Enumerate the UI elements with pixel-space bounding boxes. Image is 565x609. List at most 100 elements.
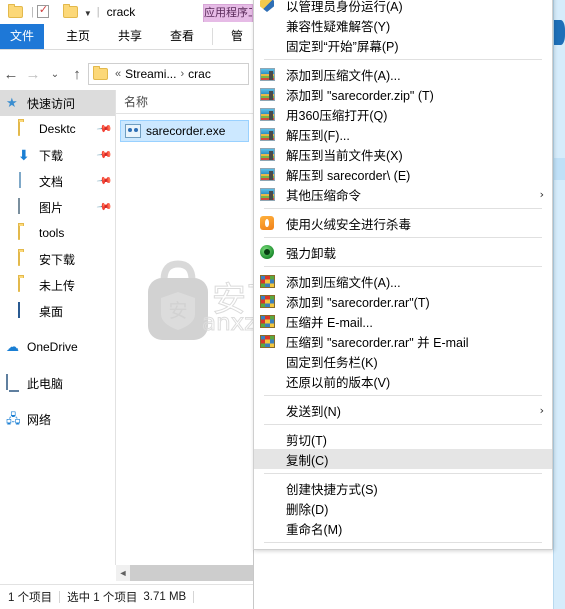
status-divider <box>59 591 61 603</box>
breadcrumb-segment-1[interactable]: crac <box>188 67 211 81</box>
file-list-pane: 名称 sarecorder.exe <box>116 90 253 565</box>
menu-item[interactable]: 其他压缩命令 › <box>254 184 552 204</box>
menu-item-label: 解压到 sarecorder\ (E) <box>286 168 411 183</box>
cloud-icon: ☁ <box>6 339 19 354</box>
up-button[interactable]: ↑ <box>66 66 88 83</box>
menu-item-label: 复制(C) <box>286 453 329 468</box>
menu-item-label: 创建快捷方式(S) <box>286 482 378 497</box>
menu-item-label: 添加到 "sarecorder.rar"(T) <box>286 295 430 310</box>
scrollbar-thumb[interactable] <box>130 565 253 581</box>
menu-item[interactable]: 重命名(M) <box>254 518 552 538</box>
menu-item[interactable]: 剪切(T) <box>254 429 552 449</box>
pin-icon: 📌 <box>95 198 113 216</box>
tab-manage[interactable]: 管 <box>222 24 252 49</box>
zip360-icon <box>258 84 280 104</box>
sidebar-item-pictures[interactable]: 图片 📌 <box>0 194 115 220</box>
sidebar-item-downloads[interactable]: ⬇ 下载 📌 <box>0 142 115 168</box>
menu-separator <box>264 395 542 396</box>
menu-item-label: 剪切(T) <box>286 433 327 448</box>
menu-separator <box>264 208 542 209</box>
winrar-icon <box>258 331 280 351</box>
menu-item[interactable]: 固定到“开始”屏幕(P) <box>254 35 552 55</box>
chevron-right-icon: › <box>539 403 544 417</box>
menu-item[interactable]: 解压到 sarecorder\ (E) <box>254 164 552 184</box>
properties-icon[interactable] <box>36 3 53 20</box>
tab-file[interactable]: 文件 <box>0 24 44 49</box>
file-explorer-window: | ▼ | crack 文件 主页 共享 查看 管 ← → ⌄ ↑ « Stre… <box>0 0 254 609</box>
menu-item-label: 固定到“开始”屏幕(P) <box>286 39 399 54</box>
menu-item[interactable]: 添加到 "sarecorder.zip" (T) <box>254 84 552 104</box>
menu-item[interactable]: 创建快捷方式(S) <box>254 478 552 498</box>
menu-item[interactable]: 添加到压缩文件(A)... <box>254 271 552 291</box>
winrar-icon <box>258 291 280 311</box>
address-input[interactable]: « Streami... › crac <box>88 63 249 85</box>
menu-item[interactable]: 删除(D) <box>254 498 552 518</box>
toolbar-divider: | <box>96 6 100 18</box>
menu-item[interactable]: 以管理员身份运行(A) <box>254 0 552 15</box>
menu-item[interactable]: 强力卸载 <box>254 242 552 262</box>
menu-item[interactable]: 发送到(N) › <box>254 400 552 420</box>
menu-item[interactable]: 添加到 "sarecorder.rar"(T) <box>254 291 552 311</box>
menu-separator <box>264 424 542 425</box>
menu-item[interactable]: 添加到压缩文件(A)... <box>254 64 552 84</box>
sidebar-item-label: 图片 <box>39 200 64 215</box>
menu-item-label: 其他压缩命令 <box>286 188 362 203</box>
background-window-strip[interactable] <box>553 0 565 609</box>
huorong-icon <box>258 213 280 233</box>
zip360-icon <box>258 184 280 204</box>
tab-share[interactable]: 共享 <box>110 24 150 49</box>
breadcrumb-overflow-icon[interactable]: « <box>115 68 121 80</box>
folder-icon[interactable] <box>8 4 24 20</box>
menu-item[interactable]: 用360压缩打开(Q) <box>254 104 552 124</box>
new-folder-icon[interactable] <box>62 4 79 20</box>
sidebar-item-network[interactable]: 🖧 网络 <box>0 406 115 432</box>
menu-item[interactable]: 固定到任务栏(K) <box>254 351 552 371</box>
sidebar-item-quick-access[interactable]: ★ 快速访问 <box>0 90 115 116</box>
sidebar-item-this-pc[interactable]: 此电脑 <box>0 370 115 396</box>
contextual-tab-application-tools[interactable]: 应用程序工具 <box>203 4 253 22</box>
tab-home[interactable]: 主页 <box>58 24 98 49</box>
menu-item-label: 发送到(N) <box>286 404 341 419</box>
tab-view[interactable]: 查看 <box>162 24 202 49</box>
menu-item[interactable]: 解压到(F)... <box>254 124 552 144</box>
scroll-left-icon[interactable]: ◄ <box>116 565 130 581</box>
address-bar-row: ← → ⌄ ↑ « Streami... › crac <box>0 58 253 90</box>
sidebar-item-anxiazai[interactable]: 安下载 <box>0 246 115 272</box>
menu-item[interactable]: 兼容性疑难解答(Y) <box>254 15 552 35</box>
list-item[interactable]: sarecorder.exe <box>120 120 249 142</box>
sidebar-item-label: 快速访问 <box>27 96 76 111</box>
menu-item[interactable]: 还原以前的版本(V) <box>254 371 552 391</box>
recent-locations-button[interactable]: ⌄ <box>44 69 66 80</box>
menu-item[interactable]: 解压到当前文件夹(X) <box>254 144 552 164</box>
menu-item-label: 添加到 "sarecorder.zip" (T) <box>286 88 434 103</box>
chevron-down-icon[interactable]: ▼ <box>84 9 92 18</box>
context-menu: 以管理员身份运行(A) 兼容性疑难解答(Y) 固定到“开始”屏幕(P) 添加到压缩文件… <box>253 0 553 550</box>
menu-item-label: 添加到压缩文件(A)... <box>286 68 401 83</box>
exe-icon <box>125 124 141 138</box>
menu-item[interactable]: 使用火绒安全进行杀毒 <box>254 213 552 233</box>
winrar-icon <box>258 271 280 291</box>
menu-separator <box>264 59 542 60</box>
menu-item[interactable]: 压缩并 E-mail... <box>254 311 552 331</box>
sidebar-item-documents[interactable]: 文档 📌 <box>0 168 115 194</box>
breadcrumb-segment-0[interactable]: Streami... <box>125 67 176 81</box>
background-selected-row <box>554 158 565 180</box>
back-button[interactable]: ← <box>0 66 22 83</box>
sidebar-item-desktop-pinned[interactable]: Desktc 📌 <box>0 116 115 142</box>
menu-item-icon-placeholder <box>258 449 280 469</box>
sidebar-item-desktop[interactable]: 桌面 <box>0 298 115 324</box>
horizontal-scrollbar[interactable]: ◄ <box>116 565 253 581</box>
desktop-icon <box>18 302 34 319</box>
forward-button[interactable]: → <box>22 66 44 83</box>
menu-item[interactable]: 复制(C) <box>254 449 552 469</box>
menu-item[interactable]: 压缩到 "sarecorder.rar" 并 E-mail <box>254 331 552 351</box>
sidebar-item-tools[interactable]: tools <box>0 220 115 246</box>
sidebar-item-onedrive[interactable]: ☁ OneDrive <box>0 334 115 360</box>
sidebar-item-label: tools <box>39 226 65 240</box>
status-selection: 选中 1 个项目 <box>67 592 138 604</box>
column-header-name[interactable]: 名称 <box>116 90 253 114</box>
zip360-icon <box>258 144 280 164</box>
menu-separator <box>264 266 542 267</box>
sidebar-item-weishangchuan[interactable]: 未上传 <box>0 272 115 298</box>
file-name: sarecorder.exe <box>146 124 226 138</box>
